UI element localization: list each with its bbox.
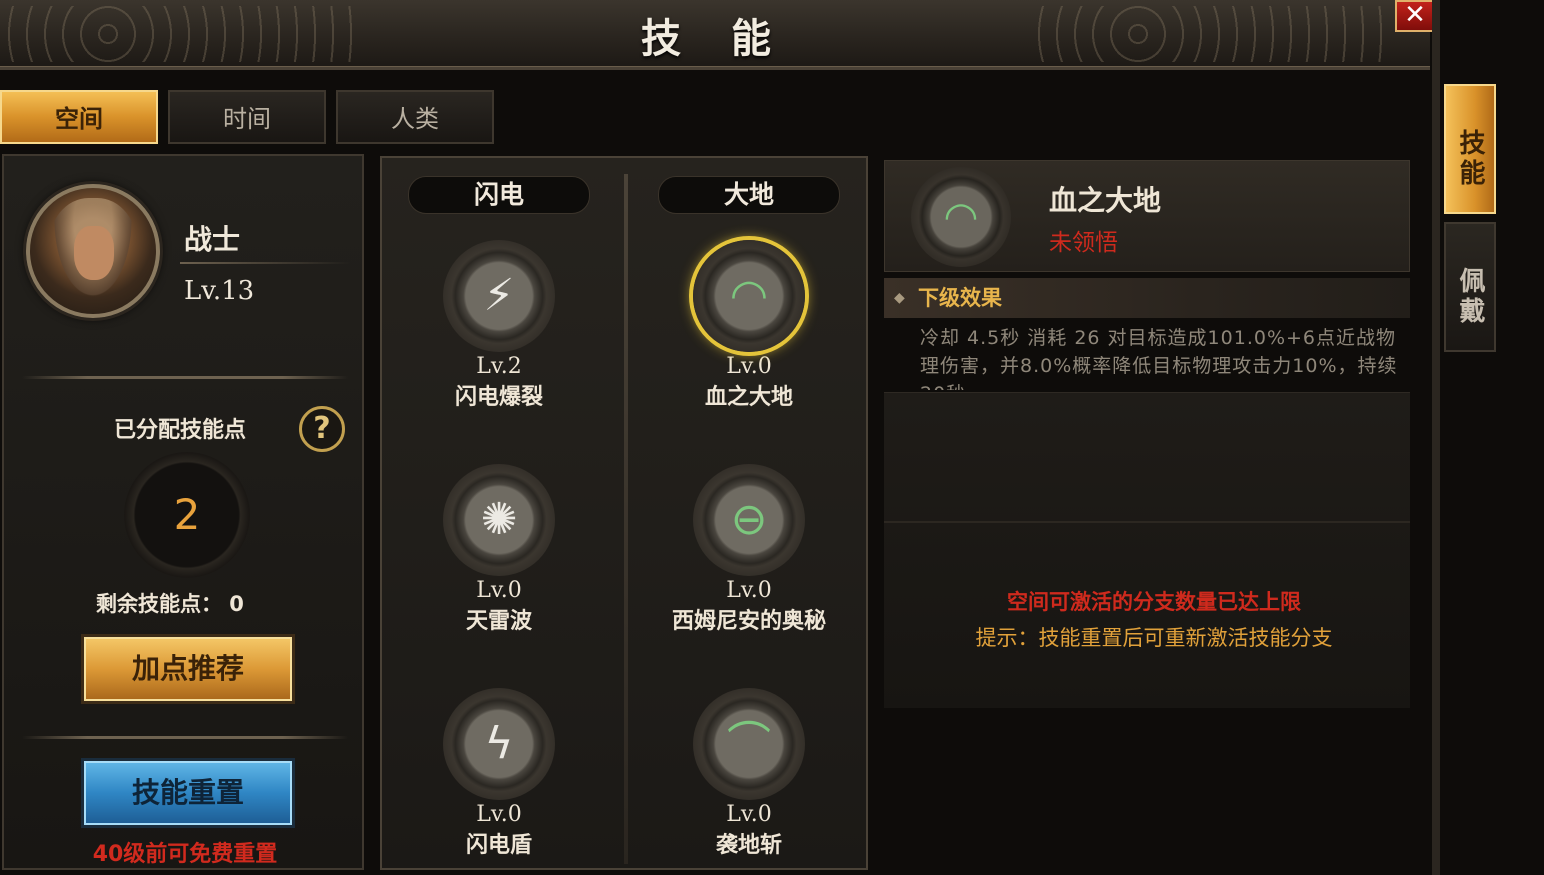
- branch-header-lightning: 闪电: [408, 176, 590, 214]
- skill-node[interactable]: ϟ Lv.0 闪电盾: [399, 688, 599, 859]
- tab-human[interactable]: 人类: [336, 90, 494, 144]
- skill-name: 天雷波: [465, 609, 532, 634]
- earth-mystery-icon[interactable]: ⊖: [693, 464, 805, 576]
- tab-space[interactable]: 空间: [0, 90, 158, 144]
- divider-bottom: [22, 736, 348, 739]
- earth-crescent-icon: ◠: [911, 167, 1011, 267]
- branch-limit-message: 空间可激活的分支数量已达上限: [1007, 590, 1301, 614]
- reset-note: 40级前可免费重置: [92, 842, 278, 867]
- side-tab-equip[interactable]: 佩戴: [1444, 222, 1496, 352]
- effect-description[interactable]: 冷却 4.5秒 消耗 26 对目标造成101.0%+6点近战物理伤害，并8.0%…: [920, 324, 1400, 390]
- avatar: [26, 184, 160, 318]
- recommend-button[interactable]: 加点推荐: [81, 634, 295, 704]
- tab-time[interactable]: 时间: [168, 90, 326, 144]
- skill-level: Lv.0: [476, 578, 522, 603]
- lightning-wave-icon[interactable]: ✺: [443, 464, 555, 576]
- skill-level: Lv.0: [476, 802, 522, 827]
- lightning-shield-icon[interactable]: ϟ: [443, 688, 555, 800]
- help-button[interactable]: ?: [299, 406, 345, 452]
- close-button[interactable]: ✕: [1395, 0, 1435, 32]
- character-level: Lv.13: [184, 276, 255, 306]
- avatar-face: [74, 226, 114, 280]
- side-frame: [1432, 0, 1440, 875]
- side-tab-skills[interactable]: 技能: [1444, 84, 1496, 214]
- skill-node[interactable]: ✺ Lv.0 天雷波: [399, 464, 599, 635]
- next-effect-label: 下级效果: [918, 286, 1002, 310]
- earth-crescent-icon[interactable]: ◠: [693, 240, 805, 352]
- character-panel: 战士 Lv.13 已分配技能点 ? 2 剩余技能点： 0 加点推荐 技能重置 4…: [2, 154, 364, 870]
- detail-body: [884, 392, 1410, 708]
- skill-name: 血之大地: [704, 385, 793, 410]
- skill-node-selected[interactable]: ◠ Lv.0 血之大地: [649, 240, 849, 411]
- detail-skill-name: 血之大地: [1049, 184, 1162, 217]
- skill-node[interactable]: ⚡ Lv.2 闪电爆裂: [399, 240, 599, 411]
- skill-detail-header: ◠ 血之大地 未领悟: [884, 160, 1410, 272]
- skill-level: Lv.0: [726, 578, 772, 603]
- skill-name: 袭地斩: [715, 833, 782, 858]
- allocated-points-value: 2: [124, 452, 250, 578]
- skill-node[interactable]: ⌒ Lv.0 袭地斩: [649, 688, 849, 859]
- skill-name: 西姆尼安的奥秘: [671, 609, 826, 634]
- skill-level: Lv.2: [476, 354, 522, 379]
- class-name: 战士: [184, 223, 241, 256]
- branch-separator: [624, 174, 628, 864]
- skill-name: 闪电盾: [465, 833, 532, 858]
- skill-name: 闪电爆裂: [454, 385, 543, 410]
- class-divider: [180, 262, 350, 264]
- branch-header-earth: 大地: [658, 176, 840, 214]
- reset-skills-button[interactable]: 技能重置: [81, 758, 295, 828]
- skill-level: Lv.0: [726, 802, 772, 827]
- skill-level: Lv.0: [726, 354, 772, 379]
- earth-slash-icon[interactable]: ⌒: [693, 688, 805, 800]
- skill-node[interactable]: ⊖ Lv.0 西姆尼安的奥秘: [649, 464, 849, 635]
- window-title: 技 能: [641, 16, 789, 62]
- next-effect-header: ◆ 下级效果: [884, 278, 1410, 318]
- diamond-icon: ◆: [894, 290, 905, 306]
- allocated-points-label: 已分配技能点: [114, 418, 247, 443]
- divider-top: [22, 376, 348, 379]
- tab-bar: 空间 时间 人类: [0, 90, 494, 144]
- detail-divider: [884, 521, 1410, 523]
- reset-hint-message: 提示：技能重置后可重新激活技能分支: [975, 626, 1333, 650]
- title-bar: 技 能: [0, 0, 1430, 70]
- skill-tree-panel: 闪电 大地 ⚡ Lv.2 闪电爆裂 ✺ Lv.0 天雷波 ϟ Lv.0 闪电盾 …: [380, 156, 868, 870]
- detail-skill-status: 未领悟: [1049, 230, 1118, 256]
- lightning-bolt-icon[interactable]: ⚡: [443, 240, 555, 352]
- remaining-points: 剩余技能点： 0: [96, 592, 244, 616]
